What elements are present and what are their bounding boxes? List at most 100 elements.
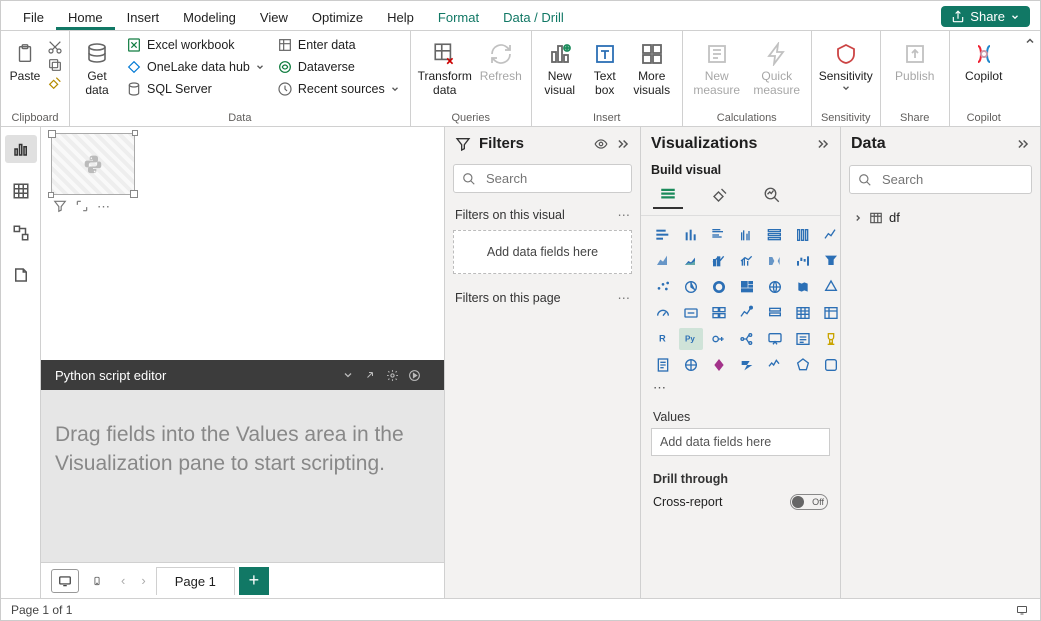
report-view-button[interactable] [5,135,37,163]
qa-icon[interactable] [763,328,787,350]
menu-home[interactable]: Home [56,4,115,30]
menu-data-drill[interactable]: Data / Drill [491,4,576,30]
area-icon[interactable] [651,250,675,272]
script-popout-icon[interactable] [364,369,386,381]
custom1-icon[interactable] [791,354,815,376]
zoom-icon[interactable] [1014,604,1030,616]
ribbon-icon[interactable] [763,250,787,272]
page-next-button[interactable]: › [135,573,151,588]
sql-server-button[interactable]: SQL Server [122,79,269,99]
line-stacked-icon[interactable] [707,250,731,272]
copilot-button[interactable]: Copilot [956,35,1012,83]
menu-help[interactable]: Help [375,4,426,30]
paginated-icon[interactable] [651,354,675,376]
gauge-icon[interactable] [651,302,675,324]
menu-optimize[interactable]: Optimize [300,4,375,30]
enter-data-button[interactable]: Enter data [273,35,404,55]
treemap-icon[interactable] [735,276,759,298]
fields-search-input[interactable] [880,171,1041,188]
kpi-icon[interactable] [735,302,759,324]
arcgis-icon[interactable] [679,354,703,376]
model-view-button[interactable] [5,219,37,247]
table-icon[interactable] [791,302,815,324]
menu-insert[interactable]: Insert [115,4,172,30]
python-visual-icon[interactable]: Py [679,328,703,350]
donut-icon[interactable] [707,276,731,298]
page-tab-1[interactable]: Page 1 [156,567,235,595]
power-apps-icon[interactable] [707,354,731,376]
fields-search[interactable] [849,165,1032,194]
more-visuals-button[interactable]: More visuals [628,35,676,98]
multi-card-icon[interactable] [707,302,731,324]
transform-data-button[interactable]: Transform data [417,35,473,98]
collapse-icon[interactable] [816,137,830,151]
filter-icon[interactable] [53,199,67,215]
slicer-icon[interactable] [763,302,787,324]
onelake-button[interactable]: OneLake data hub [122,57,269,77]
dataverse-button[interactable]: Dataverse [273,57,404,77]
stacked-bar-icon[interactable] [651,224,675,246]
script-collapse-icon[interactable] [342,369,364,381]
menu-file[interactable]: File [11,4,56,30]
hundred-bar-icon[interactable] [763,224,787,246]
waterfall-icon[interactable] [791,250,815,272]
collapse-icon[interactable] [616,137,630,151]
decomp-tree-icon[interactable] [735,328,759,350]
report-canvas[interactable]: ⋯ [41,127,444,360]
table-view-button[interactable] [5,177,37,205]
script-settings-icon[interactable] [386,369,408,382]
add-page-button[interactable]: + [239,567,269,595]
field-table-df[interactable]: df [851,206,1030,229]
recent-sources-button[interactable]: Recent sources [273,79,404,99]
stacked-column-icon[interactable] [679,224,703,246]
narrative-icon[interactable] [791,328,815,350]
share-button[interactable]: Share [941,6,1030,27]
values-well[interactable]: Add data fields here [651,428,830,456]
section-more-icon[interactable]: ⋯ [618,207,631,222]
viz-more-button[interactable]: ⋯ [641,380,840,402]
section-more-icon[interactable]: ⋯ [618,290,631,305]
build-mode-button[interactable] [653,183,683,209]
mobile-layout-button[interactable] [83,569,111,593]
text-box-button[interactable]: Text box [586,35,624,98]
cross-report-toggle[interactable]: Off [790,494,828,510]
format-painter-icon[interactable] [47,75,63,91]
hundred-column-icon[interactable] [791,224,815,246]
script-run-icon[interactable] [408,369,430,382]
stacked-area-icon[interactable] [679,250,703,272]
get-data-button[interactable]: Get data [76,35,118,98]
filters-visual-drop[interactable]: Add data fields here [453,230,632,274]
map-icon[interactable] [763,276,787,298]
filters-search[interactable] [453,164,632,193]
menu-format[interactable]: Format [426,4,491,30]
desktop-layout-button[interactable] [51,569,79,593]
power-automate-icon[interactable] [735,354,759,376]
new-visual-button[interactable]: New visual [538,35,582,98]
filled-map-icon[interactable] [791,276,815,298]
cut-icon[interactable] [47,39,63,55]
copy-icon[interactable] [47,57,63,73]
collapse-icon[interactable] [1016,137,1030,151]
python-visual-placeholder[interactable] [51,133,135,195]
filters-search-input[interactable] [484,170,664,187]
clustered-bar-icon[interactable] [707,224,731,246]
menu-modeling[interactable]: Modeling [171,4,248,30]
page-prev-button[interactable]: ‹ [115,573,131,588]
ribbon-collapse-button[interactable] [1020,31,1040,126]
card-icon[interactable] [679,302,703,324]
key-influencers-icon[interactable] [707,328,731,350]
format-mode-button[interactable] [705,183,735,209]
r-icon[interactable]: R [651,328,675,350]
scatter-icon[interactable] [651,276,675,298]
focus-icon[interactable] [75,199,89,215]
pie-icon[interactable] [679,276,703,298]
line-clustered-icon[interactable] [735,250,759,272]
more-options-icon[interactable]: ⋯ [97,199,110,215]
dax-view-button[interactable] [5,261,37,289]
excel-workbook-button[interactable]: Excel workbook [122,35,269,55]
sensitivity-button[interactable]: Sensitivity [818,35,874,93]
sparkline-icon[interactable] [763,354,787,376]
clustered-column-icon[interactable] [735,224,759,246]
analytics-mode-button[interactable] [757,183,787,209]
script-editor-body[interactable]: Drag fields into the Values area in the … [41,390,444,562]
